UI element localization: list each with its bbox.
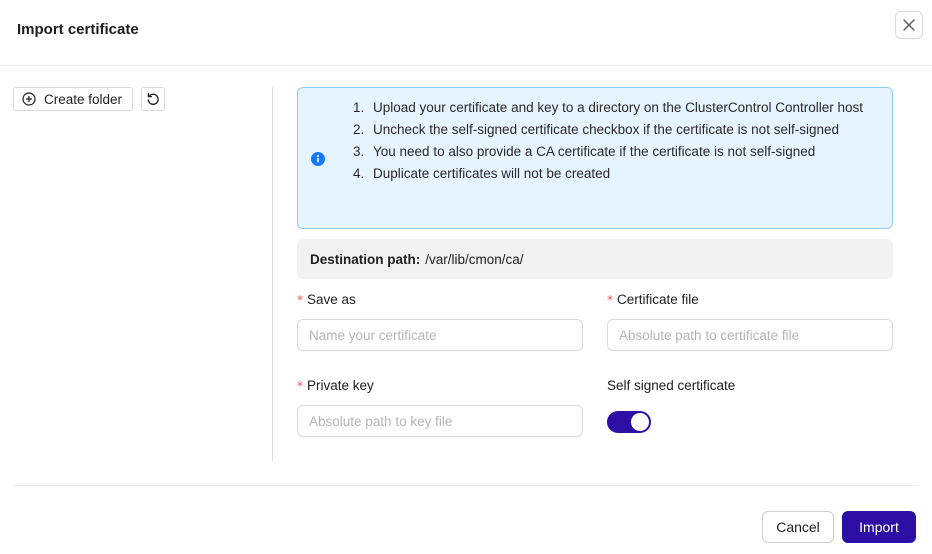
info-item-text: Upload your certificate and key to a dir…: [373, 100, 863, 115]
refresh-button[interactable]: [141, 87, 165, 111]
refresh-icon: [147, 92, 159, 105]
save-as-label: * Save as: [297, 292, 356, 307]
certificate-file-input[interactable]: [607, 319, 893, 351]
toggle-knob: [631, 413, 649, 431]
info-item-number: 1.: [353, 100, 365, 115]
info-alert: 1. Upload your certificate and key to a d…: [297, 87, 893, 229]
pane-divider: [272, 87, 273, 461]
self-signed-label: Self signed certificate: [607, 378, 736, 393]
private-key-input[interactable]: [297, 405, 583, 437]
info-item-text: Uncheck the self-signed certificate chec…: [373, 122, 839, 137]
destination-path: Destination path: /var/lib/cmon/ca/: [297, 239, 893, 279]
footer-divider: [13, 485, 919, 486]
info-item-number: 4.: [353, 166, 365, 181]
info-item: 2. Uncheck the self-signed certificate ch…: [353, 119, 878, 141]
info-list: 1. Upload your certificate and key to a d…: [353, 97, 878, 185]
plus-circle-icon: [22, 92, 36, 106]
save-as-input[interactable]: [297, 319, 583, 351]
self-signed-toggle[interactable]: [607, 411, 651, 433]
info-item-text: You need to also provide a CA certificat…: [373, 144, 816, 159]
info-item-number: 3.: [353, 144, 365, 159]
certificate-file-label-text: Certificate file: [617, 292, 699, 307]
required-marker: *: [607, 293, 613, 307]
private-key-label-text: Private key: [307, 378, 374, 393]
save-as-label-text: Save as: [307, 292, 356, 307]
dialog-header: Import certificate: [0, 0, 932, 66]
info-item-text: Duplicate certificates will not be creat…: [373, 166, 611, 181]
cancel-button[interactable]: Cancel: [762, 511, 834, 543]
folder-pane: Create folder: [0, 67, 272, 461]
info-item: 1. Upload your certificate and key to a d…: [353, 97, 878, 119]
destination-label: Destination path:: [310, 251, 421, 267]
close-icon: [903, 19, 915, 31]
close-button[interactable]: [895, 11, 923, 39]
info-item: 4. Duplicate certificates will not be cre…: [353, 163, 878, 185]
certificate-file-label: * Certificate file: [607, 292, 699, 307]
import-button[interactable]: Import: [842, 511, 916, 543]
destination-value: /var/lib/cmon/ca/: [425, 251, 524, 267]
create-folder-label: Create folder: [44, 91, 123, 107]
info-item-number: 2.: [353, 122, 365, 137]
required-marker: *: [297, 379, 303, 393]
info-icon: [311, 152, 325, 166]
private-key-label: * Private key: [297, 378, 374, 393]
info-item: 3. You need to also provide a CA certific…: [353, 141, 878, 163]
required-marker: *: [297, 293, 303, 307]
create-folder-button[interactable]: Create folder: [13, 87, 133, 111]
dialog-title: Import certificate: [17, 21, 139, 38]
